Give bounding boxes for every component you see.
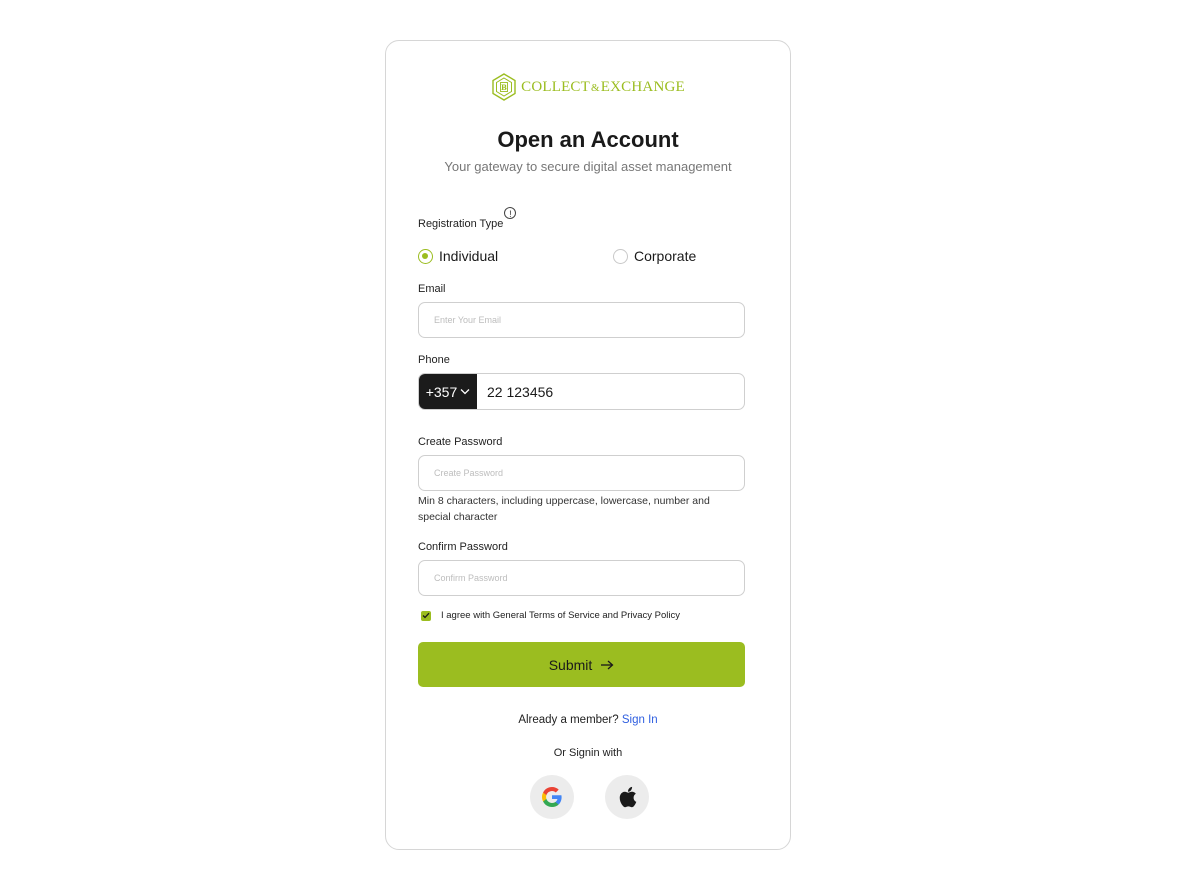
chevron-down-icon: [460, 389, 470, 395]
submit-button[interactable]: Submit: [418, 642, 745, 687]
info-icon[interactable]: !: [504, 207, 517, 219]
country-code-select[interactable]: +357: [419, 374, 477, 409]
phone-input[interactable]: 22 123456: [477, 374, 744, 409]
sign-in-link[interactable]: Sign In: [622, 714, 658, 726]
brand-name: COLLECT&EXCHANGE: [521, 78, 685, 95]
brand-logo: B COLLECT&EXCHANGE: [386, 72, 790, 102]
country-code-value: +357: [425, 383, 458, 400]
page-title: Open an Account: [497, 127, 679, 152]
confirm-password-label: Confirm Password: [418, 541, 508, 553]
apple-icon: [619, 786, 637, 808]
terms-row: I agree with General Terms of Service an…: [421, 610, 680, 621]
apple-signin-button[interactable]: [605, 775, 649, 819]
submit-label: Submit: [548, 656, 593, 673]
create-password-label: Create Password: [418, 436, 503, 448]
member-text: Already a member?: [518, 714, 619, 726]
radio-button-selected[interactable]: [418, 248, 433, 264]
create-password-input[interactable]: [418, 455, 745, 491]
radio-individual[interactable]: Individual: [418, 248, 498, 264]
password-hint: Min 8 characters, including uppercase, l…: [418, 495, 710, 523]
google-icon: [542, 787, 562, 807]
confirm-password-input[interactable]: [418, 560, 745, 596]
terms-label: I agree with General Terms of Service an…: [441, 610, 681, 621]
member-prompt: Already a member? Sign In: [386, 714, 790, 726]
google-signin-button[interactable]: [530, 775, 574, 819]
arrow-right-icon: [601, 660, 614, 669]
phone-field: +357 22 123456: [418, 373, 745, 410]
registration-type-label-row: Registration Type !: [418, 207, 517, 230]
signup-card: B COLLECT&EXCHANGE Open an Account Your …: [385, 40, 791, 850]
svg-text:B: B: [501, 83, 507, 92]
page-subtitle: Your gateway to secure digital asset man…: [444, 159, 732, 174]
email-input[interactable]: [418, 302, 745, 338]
terms-checkbox[interactable]: [421, 610, 431, 621]
registration-type-label: Registration Type: [418, 218, 504, 230]
check-icon: [422, 612, 430, 619]
brand-hexagon-icon: B: [492, 73, 516, 101]
signin-with-label: Or Signin with: [553, 747, 623, 759]
phone-label: Phone: [418, 354, 450, 366]
radio-corporate[interactable]: Corporate: [613, 248, 696, 264]
radio-corporate-label: Corporate: [634, 248, 697, 264]
radio-button-unselected[interactable]: [613, 248, 628, 264]
email-label: Email: [418, 283, 446, 295]
radio-individual-label: Individual: [439, 248, 499, 264]
